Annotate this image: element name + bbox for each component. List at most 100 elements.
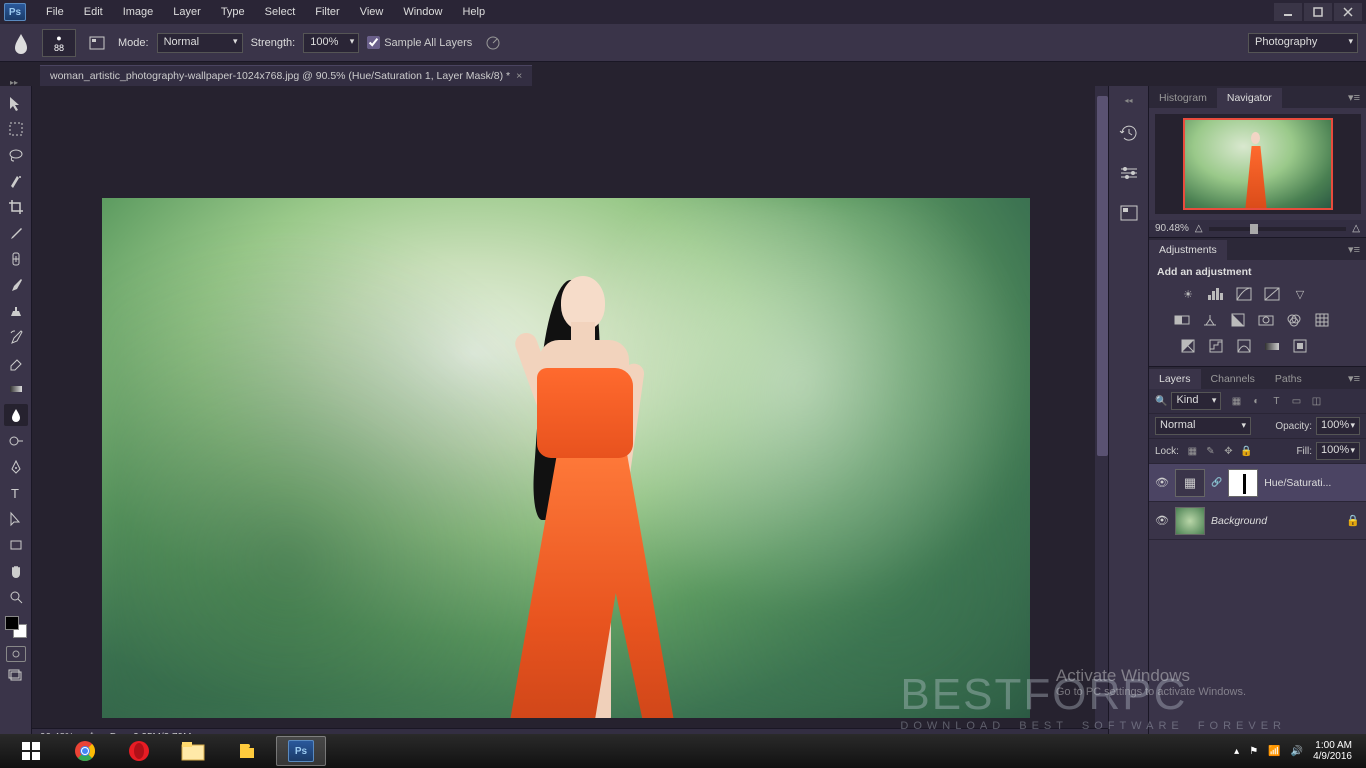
filter-pixel-icon[interactable]: ▦ [1229, 394, 1243, 408]
healing-brush-tool[interactable] [4, 248, 28, 270]
history-brush-tool[interactable] [4, 326, 28, 348]
zoom-in-icon[interactable]: △ [1352, 223, 1360, 234]
lock-all-icon[interactable]: 🔒 [1240, 445, 1253, 458]
layer-row-hue-saturation[interactable]: 👁 ▦ 🔗 Hue/Saturati... [1149, 464, 1366, 502]
quick-select-tool[interactable] [4, 170, 28, 192]
start-button[interactable] [6, 736, 56, 766]
puzzle-taskbar-icon[interactable] [222, 736, 272, 766]
color-lookup-icon[interactable] [1311, 310, 1333, 330]
canvas-area[interactable] [32, 86, 1108, 746]
invert-icon[interactable] [1177, 336, 1199, 356]
fill-select[interactable]: 100% [1316, 442, 1360, 460]
color-swatches[interactable] [5, 616, 27, 638]
mode-select[interactable]: Normal [157, 33, 243, 53]
crop-tool[interactable] [4, 196, 28, 218]
threshold-icon[interactable] [1233, 336, 1255, 356]
blend-mode-select[interactable]: Normal [1155, 417, 1251, 435]
maximize-button[interactable] [1304, 3, 1332, 21]
zoom-out-icon[interactable]: △ [1195, 223, 1203, 234]
filter-adjust-icon[interactable]: ◐ [1249, 394, 1263, 408]
navigator-thumbnail[interactable] [1155, 114, 1361, 214]
photoshop-taskbar-icon[interactable]: Ps [276, 736, 326, 766]
pressure-icon[interactable] [480, 30, 506, 56]
blur-tool[interactable] [4, 404, 28, 426]
workspace-select[interactable]: Photography [1248, 33, 1358, 53]
screen-mode-toggle[interactable] [4, 666, 28, 688]
sample-all-layers-checkbox[interactable]: Sample All Layers [367, 36, 472, 49]
tray-network-icon[interactable]: 📶 [1268, 746, 1280, 757]
menu-type[interactable]: Type [211, 2, 255, 22]
tab-adjustments[interactable]: Adjustments [1149, 240, 1227, 260]
panel-menu-icon[interactable]: ▾≡ [1342, 87, 1366, 108]
menu-window[interactable]: Window [393, 2, 452, 22]
exposure-icon[interactable] [1261, 284, 1283, 304]
menu-help[interactable]: Help [452, 2, 495, 22]
rectangle-tool[interactable] [4, 534, 28, 556]
menu-select[interactable]: Select [255, 2, 306, 22]
dodge-tool[interactable] [4, 430, 28, 452]
channel-mixer-icon[interactable] [1283, 310, 1305, 330]
properties-panel-icon[interactable] [1116, 162, 1142, 184]
clone-stamp-tool[interactable] [4, 300, 28, 322]
layer-filter-select[interactable]: Kind [1171, 392, 1221, 410]
quick-mask-toggle[interactable] [6, 646, 26, 662]
menu-file[interactable]: File [36, 2, 74, 22]
foreground-swatch[interactable] [5, 616, 19, 630]
menu-filter[interactable]: Filter [305, 2, 349, 22]
opacity-select[interactable]: 100% [1316, 417, 1360, 435]
menu-layer[interactable]: Layer [163, 2, 211, 22]
filter-type-icon[interactable]: T [1269, 394, 1283, 408]
brush-panel-toggle-icon[interactable] [84, 30, 110, 56]
eraser-tool[interactable] [4, 352, 28, 374]
layer-row-background[interactable]: 👁 Background 🔒 [1149, 502, 1366, 540]
photo-filter-icon[interactable] [1255, 310, 1277, 330]
vertical-scrollbar[interactable] [1095, 86, 1108, 746]
dock-expand-icon[interactable]: ◂◂ [1109, 96, 1148, 104]
toolbox-expand-icon[interactable]: ▸▸ [4, 78, 24, 86]
tray-volume-icon[interactable]: 🔊 [1291, 746, 1303, 757]
gradient-map-icon[interactable] [1261, 336, 1283, 356]
tray-clock[interactable]: 1:00 AM 4/9/2016 [1313, 740, 1352, 762]
eyedropper-tool[interactable] [4, 222, 28, 244]
lock-position-icon[interactable]: ✥ [1222, 445, 1235, 458]
levels-icon[interactable] [1205, 284, 1227, 304]
tab-layers[interactable]: Layers [1149, 369, 1201, 389]
layer-adj-thumb[interactable]: ▦ [1175, 469, 1205, 497]
tray-action-center-icon[interactable]: ⚑ [1249, 746, 1258, 757]
zoom-tool[interactable] [4, 586, 28, 608]
filter-smart-icon[interactable]: ◫ [1309, 394, 1323, 408]
layers-menu-icon[interactable]: ▾≡ [1342, 368, 1366, 389]
lock-pixels-icon[interactable]: ✎ [1204, 445, 1217, 458]
brightness-contrast-icon[interactable]: ☀ [1177, 284, 1199, 304]
posterize-icon[interactable] [1205, 336, 1227, 356]
curves-icon[interactable] [1233, 284, 1255, 304]
document-tab[interactable]: woman_artistic_photography-wallpaper-102… [40, 65, 532, 86]
type-tool[interactable]: T [4, 482, 28, 504]
hue-saturation-icon[interactable] [1171, 310, 1193, 330]
layer-mask-thumb[interactable] [1228, 469, 1258, 497]
filter-shape-icon[interactable]: ▭ [1289, 394, 1303, 408]
gradient-tool[interactable] [4, 378, 28, 400]
lasso-tool[interactable] [4, 144, 28, 166]
tab-channels[interactable]: Channels [1201, 369, 1265, 389]
hand-tool[interactable] [4, 560, 28, 582]
adjustments-menu-icon[interactable]: ▾≡ [1342, 239, 1366, 260]
pen-tool[interactable] [4, 456, 28, 478]
chrome-taskbar-icon[interactable] [60, 736, 110, 766]
menu-image[interactable]: Image [113, 2, 164, 22]
tray-up-icon[interactable]: ▴ [1234, 746, 1239, 757]
explorer-taskbar-icon[interactable] [168, 736, 218, 766]
close-button[interactable] [1334, 3, 1362, 21]
menu-view[interactable]: View [350, 2, 394, 22]
info-panel-icon[interactable] [1116, 202, 1142, 224]
strength-select[interactable]: 100% [303, 33, 359, 53]
history-panel-icon[interactable] [1116, 122, 1142, 144]
brush-tool[interactable] [4, 274, 28, 296]
black-white-icon[interactable] [1227, 310, 1249, 330]
tab-paths[interactable]: Paths [1265, 369, 1312, 389]
navigator-zoom-slider[interactable] [1209, 227, 1347, 231]
color-balance-icon[interactable] [1199, 310, 1221, 330]
sample-all-input[interactable] [367, 36, 380, 49]
lock-transparent-icon[interactable]: ▦ [1186, 445, 1199, 458]
blur-tool-icon[interactable] [8, 30, 34, 56]
